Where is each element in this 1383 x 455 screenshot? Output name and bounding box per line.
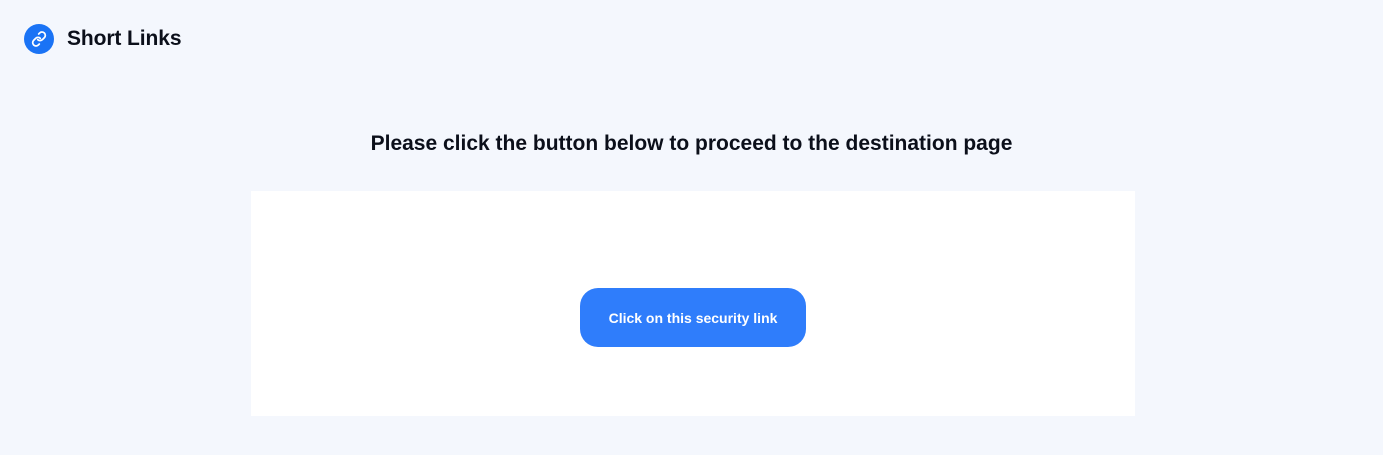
content-card: Click on this security link [251, 191, 1135, 416]
page-heading: Please click the button below to proceed… [370, 132, 1013, 155]
brand-logo-link[interactable]: Short Links [24, 24, 182, 54]
security-link-button[interactable]: Click on this security link [580, 288, 806, 347]
brand-name: Short Links [67, 27, 182, 50]
link-icon [24, 24, 54, 54]
